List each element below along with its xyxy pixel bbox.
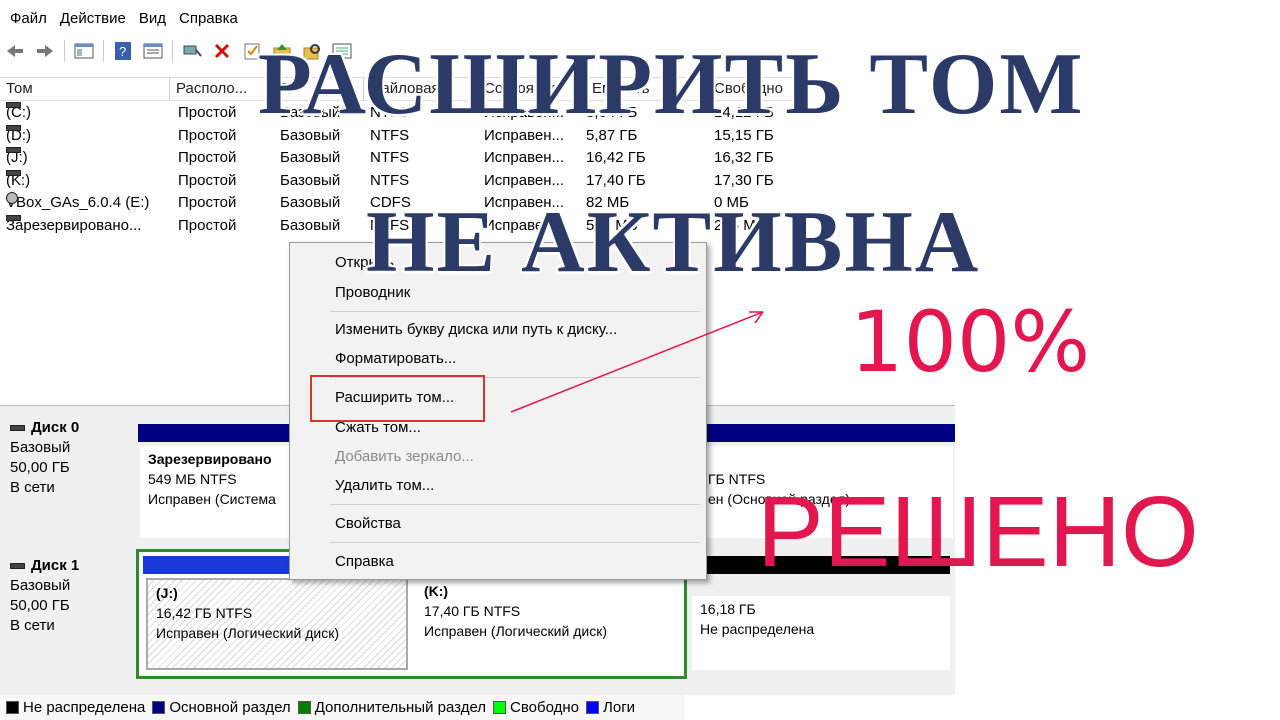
legend-label: Логи: [603, 699, 636, 716]
legend-label: Дополнительный раздел: [314, 699, 487, 716]
disk-size: 50,00 ГБ: [10, 597, 70, 614]
volume-name: (K:): [6, 169, 170, 192]
volume-name-text: Зарезервировано...: [6, 217, 142, 234]
overlay-solved: РЕШЕНО: [757, 476, 1199, 588]
legend-item: Логи: [586, 699, 635, 716]
help-icon[interactable]: ?: [112, 40, 134, 62]
menu-action[interactable]: Действие: [60, 10, 139, 27]
legend-swatch: [6, 701, 19, 714]
partition-size: 16,18 ГБ: [700, 601, 756, 617]
partition-reserved[interactable]: Зарезервировано 549 МБ NTFS Исправен (Си…: [140, 446, 290, 538]
disk-title: Диск 0: [31, 419, 80, 436]
console-tree-icon[interactable]: [73, 40, 95, 62]
menu-item-help[interactable]: Справка: [335, 552, 394, 572]
drive-icon: [6, 215, 21, 221]
partition-j[interactable]: (J:) 16,42 ГБ NTFS Исправен (Логический …: [146, 578, 408, 670]
legend-item: Основной раздел: [152, 699, 291, 716]
partition-size: 16,42 ГБ NTFS: [156, 605, 253, 621]
partition-size: 17,40 ГБ NTFS: [424, 603, 521, 619]
column-volume[interactable]: Том: [0, 78, 170, 101]
delete-icon[interactable]: [211, 40, 233, 62]
volume-type: Базовый: [280, 217, 341, 234]
legend-item: Свободно: [493, 699, 579, 716]
volume-layout: Простой: [178, 217, 237, 234]
partition-status: Исправен (Система: [148, 491, 276, 507]
menu-separator: [330, 504, 700, 505]
toolbar-separator: [103, 40, 104, 62]
properties-icon[interactable]: [142, 40, 164, 62]
connect-icon[interactable]: [181, 40, 203, 62]
partition-status: Исправен (Логический диск): [424, 623, 607, 639]
legend-swatch: [297, 701, 311, 714]
overlay-title-line1: РАСШИРИТЬ ТОМ: [258, 36, 1085, 133]
legend-item: Не распределена: [6, 699, 145, 716]
disk-icon: [10, 563, 25, 570]
volume-layout: Простой: [178, 171, 237, 189]
drive-icon: [6, 124, 21, 131]
overlay-percent: 100%: [850, 293, 1091, 391]
volume-name: VBox_GAs_6.0.4 (E:): [6, 192, 170, 214]
legend-label: Свободно: [510, 699, 580, 716]
partition-status: Исправен (Логический диск): [156, 625, 339, 641]
back-icon[interactable]: [4, 40, 26, 62]
menu-view[interactable]: Вид: [139, 10, 179, 27]
volume-name: (C:): [6, 102, 170, 124]
volume-type: Базовый: [280, 194, 341, 212]
legend-swatch: [152, 701, 166, 714]
menu-separator: [330, 542, 700, 543]
legend: Не распределена Основной раздел Дополнител…: [0, 695, 685, 720]
volume-name-text: VBox_GAs_6.0.4 (E:): [6, 194, 150, 212]
extend-highlight-box: [310, 375, 485, 422]
partition-title: (J:): [156, 585, 178, 601]
disk-icon: [10, 425, 25, 432]
forward-icon[interactable]: [34, 40, 56, 62]
partition-title: Зарезервировано: [148, 451, 272, 467]
legend-label: Не распределена: [23, 699, 146, 716]
disk-state: В сети: [10, 617, 55, 634]
partition-unallocated[interactable]: 16,18 ГБ Не распределена: [692, 596, 950, 670]
legend-swatch: [586, 701, 600, 714]
volume-name: (D:): [6, 124, 170, 147]
disk-size: 50,00 ГБ: [10, 459, 70, 476]
menu-item-delete[interactable]: Удалить том...: [335, 476, 434, 496]
svg-text:?: ?: [119, 44, 126, 59]
drive-icon: [6, 147, 21, 154]
disk-state: В сети: [10, 479, 55, 496]
menu-item-properties[interactable]: Свойства: [335, 514, 401, 534]
disk-1-label[interactable]: Диск 1 Базовый 50,00 ГБ В сети: [4, 556, 134, 678]
disk-0-label[interactable]: Диск 0 Базовый 50,00 ГБ В сети: [4, 418, 134, 548]
volume-type: Базовый: [280, 171, 341, 189]
partition-status: Не распределена: [700, 621, 815, 637]
partition-title: (K:): [424, 583, 449, 599]
volume-name: Зарезервировано...: [6, 215, 170, 237]
volume-name: (J:): [6, 147, 170, 169]
disk-type: Базовый: [10, 439, 71, 456]
legend-item: Дополнительный раздел: [297, 699, 487, 716]
toolbar-separator: [172, 40, 173, 62]
toolbar-separator: [64, 40, 65, 62]
volume-layout: Простой: [178, 194, 237, 212]
menu-help[interactable]: Справка: [179, 10, 251, 27]
partition-k[interactable]: (K:) 17,40 ГБ NTFS Исправен (Логический …: [416, 578, 680, 670]
disk-type: Базовый: [10, 577, 71, 594]
drive-icon: [6, 102, 21, 108]
pointer-arrow: [510, 311, 764, 413]
legend-swatch: [493, 701, 507, 714]
legend-label: Основной раздел: [169, 699, 291, 716]
menu-item-shrink[interactable]: Сжать том...: [335, 418, 421, 438]
menu-item-add-mirror: Добавить зеркало...: [335, 448, 474, 465]
menu-item-format[interactable]: Форматировать...: [335, 349, 456, 369]
partition-size: 549 МБ NTFS: [148, 471, 237, 487]
menu-file[interactable]: Файл: [10, 10, 60, 27]
disk-title: Диск 1: [31, 557, 80, 574]
drive-icon: [6, 169, 21, 176]
